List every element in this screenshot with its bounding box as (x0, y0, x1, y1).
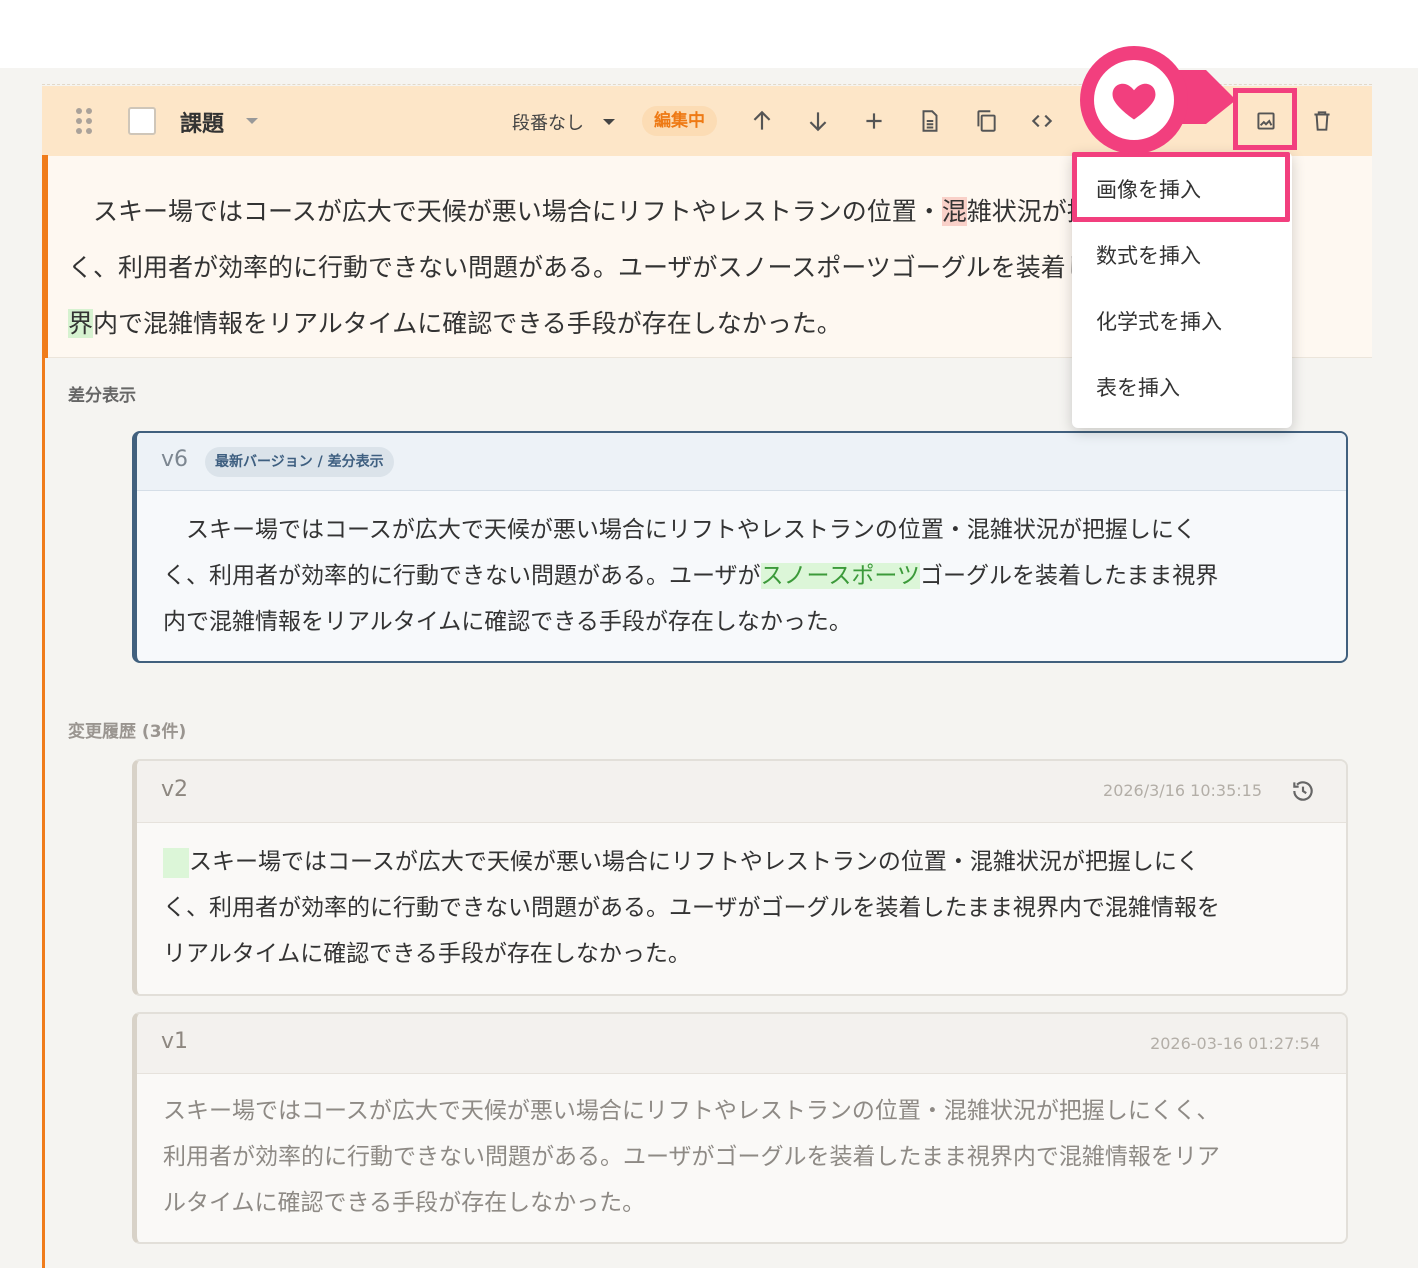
plus-icon[interactable] (860, 107, 888, 135)
card-header: v2 2026/3/16 10:35:15 (137, 761, 1346, 823)
menu-item-insert-table[interactable]: 表を挿入 (1096, 372, 1180, 402)
latest-version-card: v6 最新バージョン / 差分表示 スキー場ではコースが広大で天候が悪い場合にリ… (132, 431, 1348, 663)
text-segment: 内で混雑情報をリアルタイムに確認できる手段が存在しなかった。 (163, 609, 852, 635)
text-segment: ルタイムに確認できる手段が存在しなかった。 (163, 1190, 646, 1216)
history-text: スキー場ではコースが広大で天候が悪い場合にリフトやレストランの位置・混雑状況が把… (163, 1088, 1327, 1226)
text-segment: く、利用者が効率的に行動できない問題がある。ユーザがゴーグルを装着したまま視界内… (163, 895, 1220, 921)
restore-icon[interactable] (1290, 778, 1316, 804)
history-card-v1: v1 2026-03-16 01:27:54 スキー場ではコースが広大で天候が悪… (132, 1012, 1348, 1244)
menu-item-insert-math[interactable]: 数式を挿入 (1096, 240, 1201, 270)
block-accent-bar (42, 358, 45, 1268)
block-type-label[interactable]: 課題 (180, 106, 224, 138)
code-icon[interactable] (1028, 107, 1056, 135)
added-text: スノースポーツ (760, 563, 920, 589)
card-header: v6 最新バージョン / 差分表示 (137, 433, 1346, 491)
menu-item-insert-chemical[interactable]: 化学式を挿入 (1096, 306, 1222, 336)
editing-accent-bar (42, 155, 48, 358)
text-segment: く、利用者が効率的に行動できない問題がある。ユーザがスノースポーツゴーグ (68, 253, 966, 282)
text-segment: リアルタイムに確認できる手段が存在しなかった。 (163, 941, 691, 967)
history-card-v2: v2 2026/3/16 10:35:15 スキー場ではコースが広大で天候が悪い… (132, 759, 1348, 996)
version-label: v2 (161, 777, 189, 802)
diff-section-label: 差分表示 (68, 386, 136, 406)
arrow-up-icon[interactable] (748, 107, 776, 135)
latest-version-badge: 最新バージョン / 差分表示 (205, 447, 394, 477)
text-segment: 内で混雑情報をリアルタイムに確認できる手段が存在しなかった。 (93, 309, 842, 338)
text-segment: 利用者が効率的に行動できない問題がある。ユーザがゴーグルを装着したまま視界内で混… (163, 1144, 1220, 1170)
arrow-down-icon[interactable] (804, 107, 832, 135)
timestamp: 2026/3/16 10:35:15 (1103, 781, 1262, 800)
added-text: 界 (68, 309, 94, 338)
text-segment: スキー場ではコースが広大で天候が悪い場合にリフトやレストランの位置・ (68, 197, 942, 226)
heart-icon (1094, 60, 1174, 140)
paragraph-numbering-select[interactable]: 段番なし (512, 109, 584, 135)
text-segment: く、利用者が効率的に行動できない問題がある。ユーザが (163, 563, 761, 589)
chevron-down-icon[interactable] (246, 118, 258, 124)
history-section-label: 変更履歴 (3件) (68, 722, 187, 742)
text-segment: ゴーグルを装着したまま視界 (919, 563, 1219, 589)
added-space-marker (163, 847, 189, 878)
callout-badge (1080, 46, 1188, 154)
document-icon[interactable] (916, 107, 944, 135)
text-segment: スキー場ではコースが広大で天候が悪い場合にリフトやレストランの位置・混雑状況が把… (163, 517, 1197, 543)
editing-status-badge: 編集中 (642, 106, 717, 136)
block-checkbox[interactable] (128, 107, 156, 135)
image-button-highlight-frame (1233, 88, 1297, 150)
deleted-text: 混 (941, 197, 967, 226)
copy-icon[interactable] (972, 107, 1000, 135)
drag-handle-icon[interactable] (74, 108, 96, 136)
version-label: v6 (161, 447, 189, 472)
version-label: v1 (161, 1029, 189, 1054)
timestamp: 2026-03-16 01:27:54 (1150, 1034, 1320, 1053)
diff-text: スキー場ではコースが広大で天候が悪い場合にリフトやレストランの位置・混雑状況が把… (163, 507, 1327, 645)
trash-icon[interactable] (1308, 107, 1336, 135)
history-text: スキー場ではコースが広大で天候が悪い場合にリフトやレストランの位置・混雑状況が把… (163, 839, 1327, 977)
text-segment: スキー場ではコースが広大で天候が悪い場合にリフトやレストランの位置・混雑状況が把… (189, 849, 1200, 875)
text-segment: スキー場ではコースが広大で天候が悪い場合にリフトやレストランの位置・混雑状況が把… (163, 1098, 1220, 1124)
card-header: v1 2026-03-16 01:27:54 (137, 1014, 1346, 1074)
chevron-down-icon[interactable] (603, 119, 615, 125)
menu-highlight-frame (1072, 152, 1290, 222)
